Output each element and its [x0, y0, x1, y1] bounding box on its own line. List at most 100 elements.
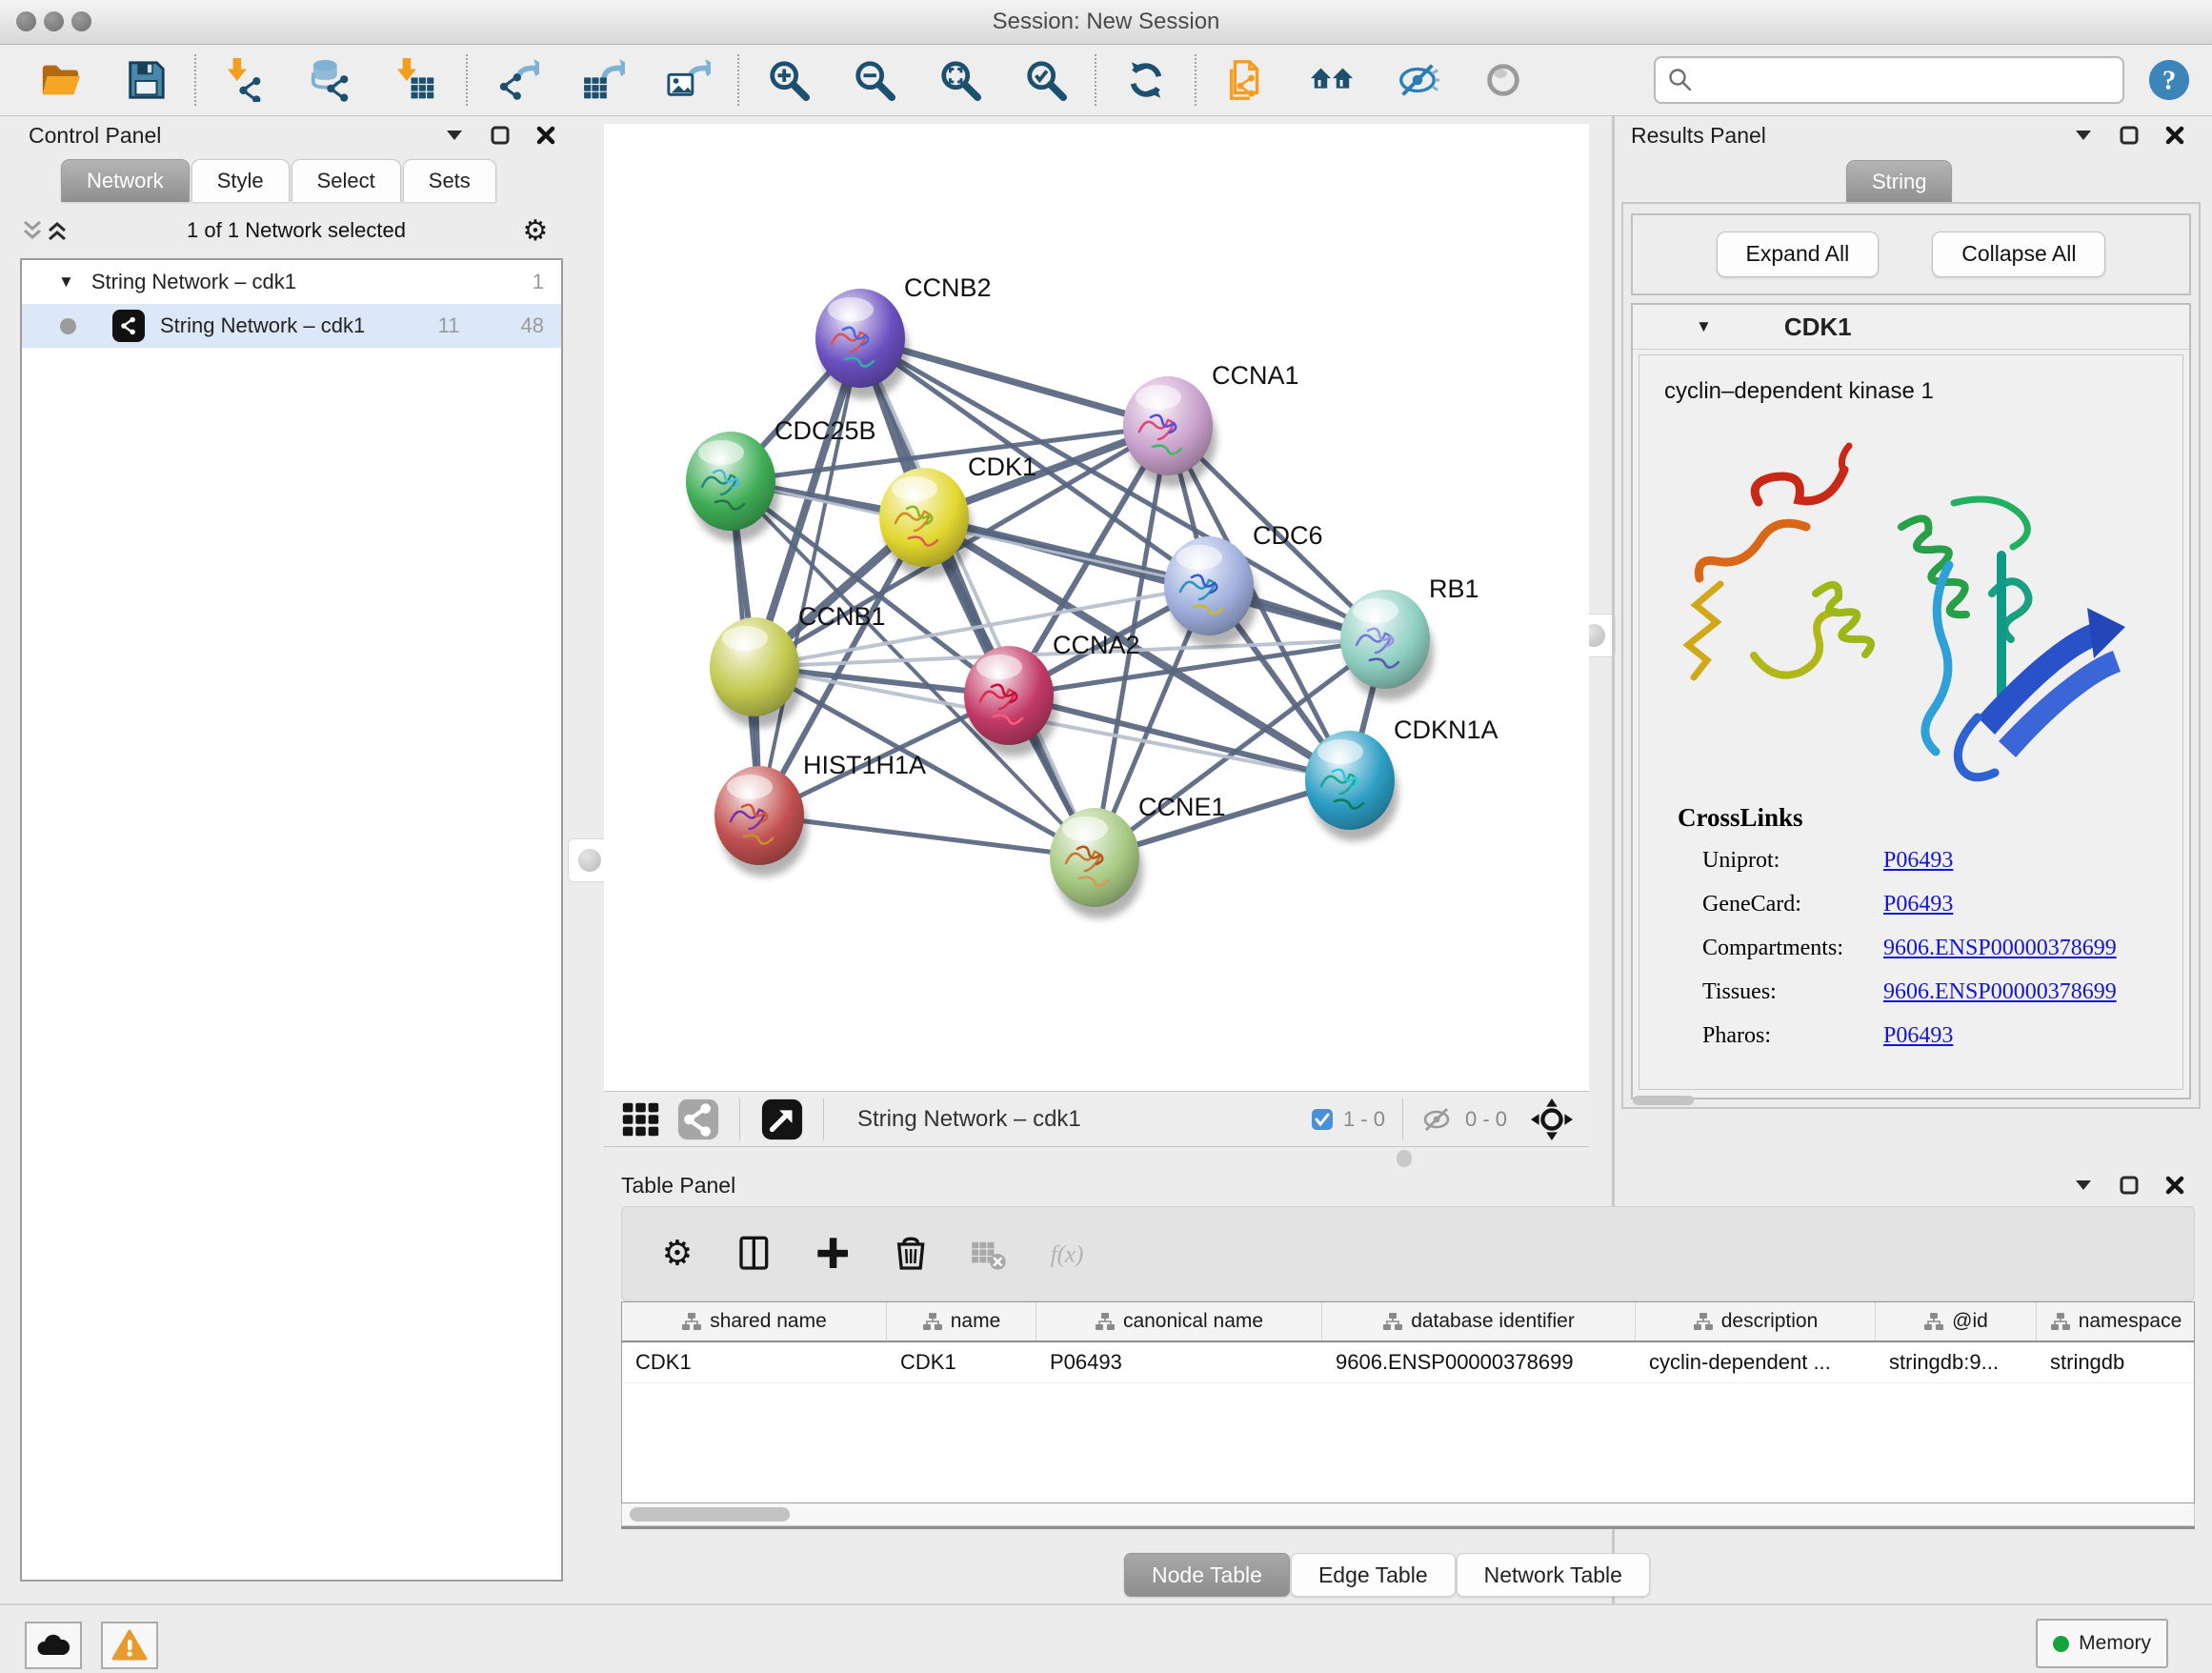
hide-unhide-button[interactable] — [1394, 56, 1441, 104]
bottom-splitter-handle[interactable] — [1397, 1150, 1412, 1167]
crosslink-link[interactable]: P06493 — [1883, 1023, 1953, 1049]
tab-sets[interactable]: Sets — [403, 159, 496, 202]
node-CCNB2[interactable]: CCNB2 — [815, 273, 992, 399]
crosslink-link[interactable]: P06493 — [1883, 892, 1953, 917]
tab-string[interactable]: String — [1846, 160, 1952, 203]
table-cell[interactable]: stringdb:9... — [1876, 1342, 2037, 1382]
tab-style[interactable]: Style — [191, 159, 290, 202]
gene-section-header[interactable]: ▼ CDK1 — [1633, 305, 2189, 350]
export-image-button[interactable] — [665, 56, 713, 104]
import-network-file-button[interactable] — [222, 56, 270, 104]
tab-network[interactable]: Network — [61, 159, 190, 202]
collapse-caret-icon[interactable] — [2071, 123, 2096, 148]
column-header-name[interactable]: name — [887, 1302, 1036, 1340]
node-CDKN1A[interactable]: CDKN1A — [1305, 716, 1498, 841]
float-window-icon[interactable] — [2117, 123, 2142, 148]
tree-expander-icon[interactable]: ▼ — [58, 272, 74, 292]
table-cell[interactable]: cyclin-dependent ... — [1636, 1342, 1876, 1382]
node-HIST1H1A[interactable]: HIST1H1A — [714, 751, 926, 877]
table-fx-button[interactable]: f(x) — [1047, 1233, 1089, 1275]
expand-all-button[interactable]: Expand All — [1717, 232, 1880, 277]
tab-select[interactable]: Select — [292, 159, 401, 202]
float-window-icon[interactable] — [2117, 1173, 2142, 1198]
refresh-view-button[interactable] — [1122, 56, 1170, 104]
annotation-share-button[interactable] — [1222, 56, 1270, 104]
highlight-button[interactable] — [1479, 56, 1527, 104]
network-options-gear-icon[interactable]: ⚙ — [523, 218, 548, 243]
expand-all-networks-icon[interactable] — [20, 218, 45, 243]
collapse-all-networks-icon[interactable] — [45, 218, 70, 243]
results-hscroll-thumb[interactable] — [1633, 1096, 1694, 1105]
column-header-database-identifier[interactable]: database identifier — [1322, 1302, 1636, 1340]
edge-CCNB2-HIST1H1A[interactable] — [759, 338, 860, 816]
table-delete-button[interactable] — [969, 1233, 1011, 1275]
table-cell[interactable]: stringdb — [2037, 1342, 2195, 1382]
network-row-selected[interactable]: String Network – cdk1 11 48 — [22, 304, 561, 348]
close-panel-icon[interactable] — [2162, 123, 2187, 148]
node-CCNB1[interactable]: CCNB1 — [710, 602, 886, 728]
edge-HIST1H1A-CCNE1[interactable] — [759, 816, 1095, 857]
window-close-icon[interactable] — [16, 11, 36, 31]
crosslink-link[interactable]: 9606.ENSP00000378699 — [1883, 979, 2117, 1005]
tab-node-table[interactable]: Node Table — [1124, 1553, 1290, 1597]
window-minimize-icon[interactable] — [44, 11, 64, 31]
grid-view-icon[interactable] — [617, 1096, 665, 1143]
cloud-status-button[interactable] — [25, 1622, 82, 1669]
table-cell[interactable]: 9606.ENSP00000378699 — [1322, 1342, 1636, 1382]
node-CCNE1[interactable]: CCNE1 — [1050, 793, 1226, 918]
network-share-view-icon[interactable] — [674, 1096, 722, 1143]
open-session-button[interactable] — [36, 56, 84, 104]
import-table-file-button[interactable] — [393, 56, 441, 104]
window-zoom-icon[interactable] — [71, 11, 91, 31]
collapse-caret-icon[interactable] — [2071, 1173, 2096, 1198]
column-header-canonical-name[interactable]: canonical name — [1036, 1302, 1322, 1340]
fit-crosshair-icon[interactable] — [1528, 1096, 1576, 1143]
table-gear-button[interactable]: ⚙ — [656, 1233, 698, 1275]
table-cell[interactable]: P06493 — [1036, 1342, 1322, 1382]
zoom-fit-content-button[interactable] — [936, 56, 984, 104]
zoom-in-button[interactable] — [765, 56, 813, 104]
selected-checkbox-icon[interactable] — [1311, 1108, 1334, 1131]
export-table-button[interactable] — [579, 56, 627, 104]
table-cell[interactable]: CDK1 — [887, 1342, 1036, 1382]
table-hscrollbar[interactable] — [621, 1503, 2195, 1526]
search-box[interactable] — [1654, 56, 2124, 104]
zoom-selected-button[interactable] — [1022, 56, 1070, 104]
section-collapse-icon[interactable]: ▼ — [1696, 317, 1712, 336]
network-bundle-button[interactable] — [1308, 56, 1356, 104]
zoom-out-button[interactable] — [851, 56, 898, 104]
table-cell[interactable]: CDK1 — [622, 1342, 887, 1382]
network-collection-row[interactable]: ▼ String Network – cdk1 1 — [22, 260, 561, 304]
column-header-namespace[interactable]: namespace — [2037, 1302, 2195, 1340]
close-panel-icon[interactable] — [2162, 1173, 2187, 1198]
table-delete-row-button[interactable] — [891, 1233, 933, 1275]
close-panel-icon[interactable] — [533, 123, 558, 148]
import-network-database-button[interactable] — [308, 56, 355, 104]
crosslink-link[interactable]: P06493 — [1883, 848, 1953, 874]
node-RB1[interactable]: RB1 — [1340, 574, 1479, 700]
table-add-button[interactable] — [813, 1233, 855, 1275]
birdseye-view-icon[interactable] — [758, 1096, 806, 1143]
save-session-button[interactable] — [122, 56, 170, 104]
table-columns-button[interactable] — [734, 1233, 776, 1275]
crosslink-link[interactable]: 9606.ENSP00000378699 — [1883, 936, 2117, 961]
collapse-caret-icon[interactable] — [442, 123, 467, 148]
search-input[interactable] — [1694, 67, 2111, 93]
node-CDC25B[interactable]: CDC25B — [686, 416, 876, 542]
memory-button[interactable]: Memory — [2036, 1619, 2168, 1668]
export-network-button[interactable] — [493, 56, 541, 104]
hidden-eye-icon[interactable] — [1421, 1106, 1456, 1133]
column-header-shared-name[interactable]: shared name — [622, 1302, 887, 1340]
search-icon — [1667, 67, 1694, 93]
table-row[interactable]: CDK1CDK1P064939606.ENSP00000378699cyclin… — [622, 1342, 2194, 1383]
warning-status-button[interactable] — [101, 1622, 158, 1669]
node-CDC6[interactable]: CDC6 — [1164, 521, 1323, 647]
column-header-description[interactable]: description — [1636, 1302, 1876, 1340]
network-canvas[interactable]: CCNB2CCNA1CDC25BCDK1CDC6RB1CCNB1CCNA2CDK… — [604, 124, 1589, 1091]
collapse-all-button[interactable]: Collapse All — [1932, 232, 2105, 277]
tab-network-table[interactable]: Network Table — [1457, 1553, 1650, 1597]
help-button[interactable]: ? — [2145, 56, 2193, 104]
tab-edge-table[interactable]: Edge Table — [1291, 1553, 1456, 1597]
column-header--id[interactable]: @id — [1876, 1302, 2037, 1340]
float-window-icon[interactable] — [488, 123, 513, 148]
